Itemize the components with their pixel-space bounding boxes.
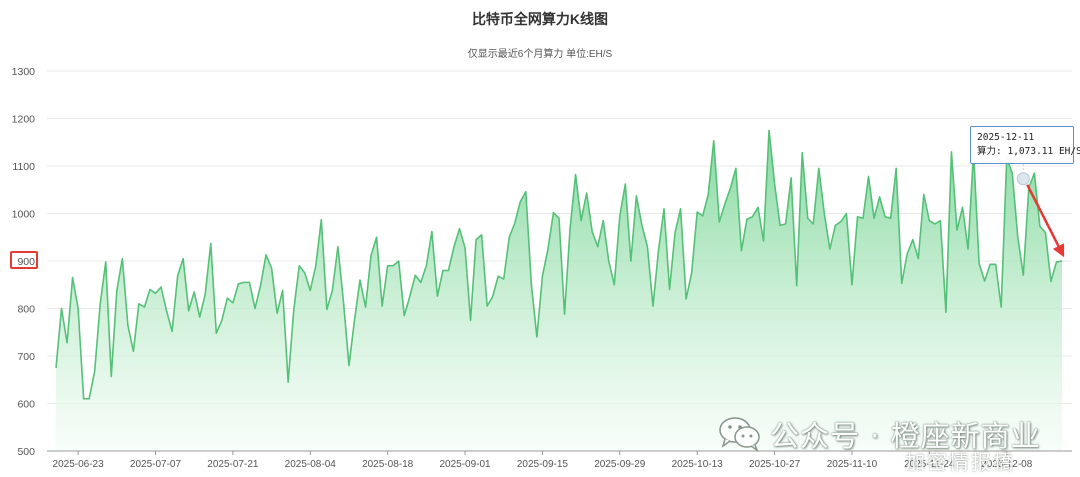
tooltip-label: 算力 bbox=[977, 146, 997, 157]
x-tick-label: 2025-09-29 bbox=[594, 459, 646, 470]
y-tick-label: 1300 bbox=[12, 66, 36, 78]
area-fill bbox=[56, 130, 1062, 451]
watermark-overlay-text: 加密情报橋 bbox=[905, 452, 1015, 474]
y-tick-label: 1000 bbox=[12, 209, 36, 221]
hashrate-chart: 5006007008009001000110012001300 2025-06-… bbox=[12, 66, 1072, 470]
wechat-icon bbox=[719, 417, 760, 452]
tooltip-date: 2025-12-11 bbox=[977, 132, 1035, 143]
x-tick-label: 2025-09-15 bbox=[517, 459, 569, 470]
y-tick-label: 600 bbox=[17, 399, 35, 411]
x-tick-label: 2025-07-07 bbox=[130, 459, 182, 470]
x-tick-label: 2025-08-04 bbox=[285, 459, 337, 470]
x-tick-label: 2025-11-10 bbox=[827, 459, 878, 470]
y-tick-label: 500 bbox=[17, 446, 35, 458]
x-tick-label: 2025-10-13 bbox=[672, 459, 724, 470]
tooltip-value-row: 算力: 1,073.11 EH/S bbox=[977, 146, 1080, 157]
y-tick-label: 700 bbox=[17, 351, 35, 363]
y-tick-label: 1200 bbox=[12, 114, 36, 126]
tooltip: 2025-12-11 算力: 1,073.11 EH/S bbox=[970, 126, 1080, 164]
x-tick-label: 2025-07-21 bbox=[207, 459, 259, 470]
x-tick-label: 2025-09-01 bbox=[439, 459, 491, 470]
highlight-box bbox=[10, 251, 38, 269]
y-tick-label: 800 bbox=[17, 304, 35, 316]
x-tick-label: 2025-06-23 bbox=[53, 459, 105, 470]
y-tick-label: 1100 bbox=[12, 161, 35, 173]
area-layer bbox=[55, 129, 1063, 451]
tooltip-value: 1,073.11 EH/S bbox=[1007, 146, 1080, 157]
x-tick-label: 2025-08-18 bbox=[362, 459, 414, 470]
hover-point-marker bbox=[1016, 172, 1030, 186]
x-tick-label: 2025-10-27 bbox=[749, 459, 801, 470]
